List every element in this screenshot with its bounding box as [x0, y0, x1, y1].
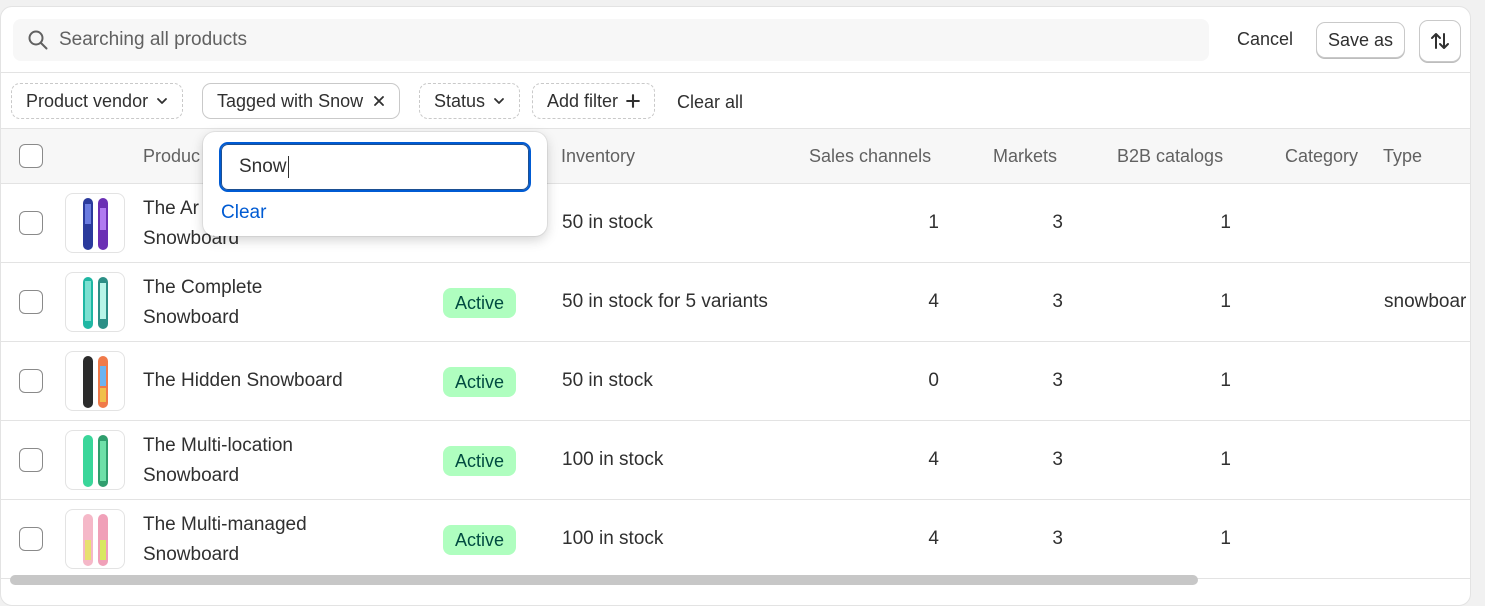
- status-badge: Active: [443, 525, 517, 555]
- tag-filter-input[interactable]: Snow: [219, 142, 531, 192]
- product-thumbnail: [65, 351, 125, 411]
- product-vendor-label: Product vendor: [26, 90, 149, 111]
- horizontal-scrollbar[interactable]: [10, 575, 1198, 585]
- sales-channels-cell: 1: [928, 212, 939, 233]
- product-name-line1: The Multi-managed: [143, 514, 307, 535]
- cancel-button[interactable]: Cancel: [1227, 21, 1303, 57]
- inventory-cell: 100 in stock: [562, 528, 664, 549]
- b2b-catalogs-cell: 1: [1220, 449, 1231, 470]
- product-vendor-filter[interactable]: Product vendor: [11, 83, 184, 119]
- header-inventory[interactable]: Inventory: [561, 146, 635, 167]
- inventory-cell: 50 in stock: [562, 212, 653, 233]
- markets-cell: 3: [1052, 212, 1063, 233]
- sales-channels-cell: 4: [928, 449, 939, 470]
- product-thumbnail: [65, 272, 125, 332]
- product-name[interactable]: The Multi-managed Snowboard: [143, 510, 443, 570]
- tag-filter-input-value: Snow: [239, 156, 287, 177]
- chevron-down-icon: [157, 98, 167, 104]
- product-thumbnail: [65, 509, 125, 569]
- header-b2b-catalogs[interactable]: B2B catalogs: [1117, 146, 1223, 167]
- add-filter-label: Add filter: [547, 90, 619, 111]
- sales-channels-cell: 4: [928, 528, 939, 549]
- product-name-line1: The Multi-location: [143, 435, 293, 456]
- b2b-catalogs-cell: 1: [1220, 370, 1231, 391]
- table-row[interactable]: The Hidden Snowboard Active 50 in stock …: [1, 342, 1470, 421]
- add-filter-button[interactable]: Add filter: [532, 83, 656, 119]
- b2b-catalogs-cell: 1: [1220, 212, 1231, 233]
- b2b-catalogs-cell: 1: [1220, 528, 1231, 549]
- text-caret: [287, 156, 289, 178]
- product-thumbnail: [65, 430, 125, 490]
- header-markets[interactable]: Markets: [993, 146, 1057, 167]
- product-name-line2: Snowboard: [143, 307, 240, 328]
- status-badge: Active: [443, 288, 517, 318]
- header-sales-channels[interactable]: Sales channels: [809, 146, 931, 167]
- sort-icon: [1431, 33, 1449, 49]
- inventory-cell: 100 in stock: [562, 449, 664, 470]
- sales-channels-cell: 0: [928, 370, 939, 391]
- inventory-cell: 50 in stock for 5 variants: [562, 291, 768, 312]
- product-name[interactable]: The Multi-location Snowboard: [143, 431, 443, 491]
- inventory-cell: 50 in stock: [562, 370, 653, 391]
- table-row[interactable]: The Multi-location Snowboard Active 100 …: [1, 421, 1470, 500]
- row-checkbox[interactable]: [19, 211, 43, 235]
- row-checkbox[interactable]: [19, 527, 43, 551]
- product-name-line2: Snowboard: [143, 544, 240, 565]
- search-field[interactable]: [13, 19, 1209, 61]
- row-checkbox[interactable]: [19, 290, 43, 314]
- plus-icon: [626, 94, 640, 108]
- header-product[interactable]: Produc: [143, 146, 200, 167]
- product-name-line1: The Hidden Snowboard: [143, 370, 343, 391]
- clear-all-button[interactable]: Clear all: [677, 92, 743, 113]
- sort-button[interactable]: [1419, 20, 1461, 62]
- product-name-line2: Snowboard: [143, 465, 240, 486]
- markets-cell: 3: [1052, 291, 1063, 312]
- header-type[interactable]: Type: [1383, 146, 1422, 167]
- product-name[interactable]: The Hidden Snowboard: [143, 366, 443, 396]
- header-category[interactable]: Category: [1285, 146, 1358, 167]
- search-icon: [28, 30, 48, 50]
- tag-filter-popover: Snow Clear: [203, 132, 547, 236]
- row-checkbox[interactable]: [19, 448, 43, 472]
- chevron-down-icon: [494, 98, 504, 104]
- select-all-checkbox[interactable]: [19, 144, 43, 168]
- b2b-catalogs-cell: 1: [1220, 291, 1231, 312]
- status-filter-label: Status: [434, 90, 486, 111]
- table-row[interactable]: The Complete Snowboard Active 50 in stoc…: [1, 263, 1470, 342]
- filter-bar: Product vendor Tagged with Snow Status A…: [1, 73, 1470, 129]
- search-bar: Cancel Save as: [1, 7, 1470, 73]
- status-filter[interactable]: Status: [419, 83, 521, 119]
- sales-channels-cell: 4: [928, 291, 939, 312]
- markets-cell: 3: [1052, 449, 1063, 470]
- product-name-line1: The Complete: [143, 277, 263, 298]
- search-input[interactable]: [59, 29, 1159, 51]
- products-card: Cancel Save as Product vendor Tagged wit…: [0, 6, 1471, 606]
- popover-clear-button[interactable]: Clear: [221, 202, 266, 224]
- table-row[interactable]: The Multi-managed Snowboard Active 100 i…: [1, 500, 1470, 579]
- save-as-button[interactable]: Save as: [1316, 22, 1406, 58]
- close-icon[interactable]: [373, 95, 385, 107]
- markets-cell: 3: [1052, 370, 1063, 391]
- row-checkbox[interactable]: [19, 369, 43, 393]
- tagged-filter-label: Tagged with Snow: [217, 90, 364, 111]
- markets-cell: 3: [1052, 528, 1063, 549]
- product-thumbnail: [65, 193, 125, 253]
- tagged-filter[interactable]: Tagged with Snow: [202, 83, 401, 119]
- status-badge: Active: [443, 367, 517, 397]
- product-name[interactable]: The Complete Snowboard: [143, 273, 443, 333]
- status-badge: Active: [443, 446, 517, 476]
- type-cell: snowboar: [1384, 291, 1467, 312]
